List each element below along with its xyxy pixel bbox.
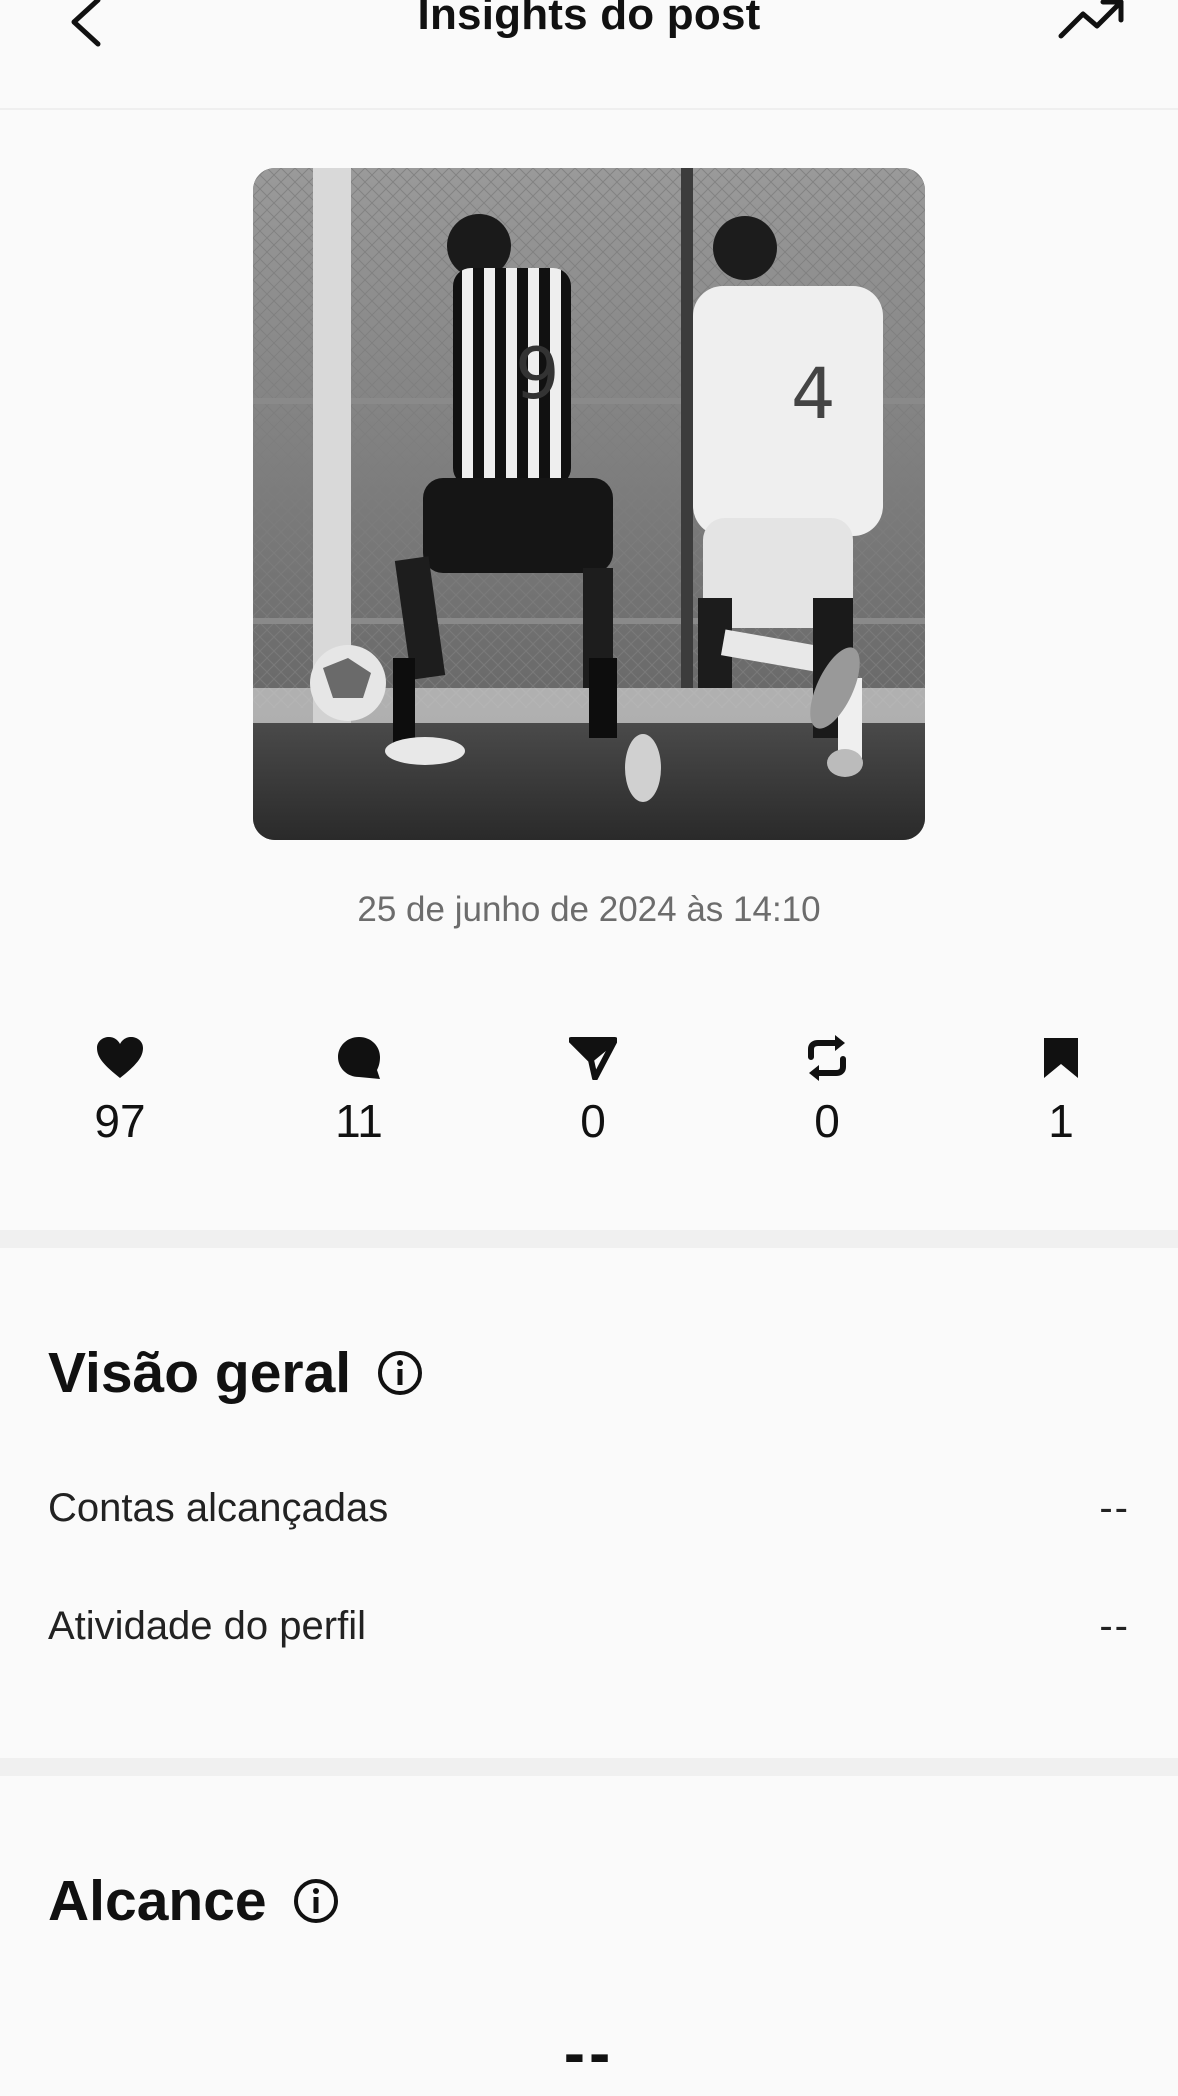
metric-shares[interactable]: 0 <box>523 1030 663 1148</box>
heart-icon <box>97 1037 143 1078</box>
section-divider <box>0 1230 1178 1248</box>
likes-count: 97 <box>94 1095 146 1147</box>
post-image[interactable]: 9 4 <box>253 168 925 840</box>
overview-title: Visão geral <box>48 1341 352 1405</box>
bookmark-icon <box>1044 1038 1078 1078</box>
profile-activity-row[interactable]: Atividade do perfil -- <box>48 1604 1130 1649</box>
info-icon[interactable] <box>377 1350 423 1396</box>
metric-reposts[interactable]: 0 <box>757 1030 897 1148</box>
trends-button[interactable] <box>1052 0 1132 48</box>
reach-section-title: Alcance <box>48 1868 339 1934</box>
metric-comments[interactable]: 11 <box>289 1030 429 1148</box>
post-date: 25 de junho de 2024 às 14:10 <box>357 890 821 929</box>
svg-text:4: 4 <box>791 353 836 435</box>
comment-icon <box>338 1037 380 1079</box>
section-divider <box>0 1758 1178 1776</box>
engagement-metrics: 97 11 0 0 1 <box>0 1030 1178 1150</box>
metric-saves[interactable]: 1 <box>991 1030 1131 1148</box>
accounts-reached-value: -- <box>1099 1486 1130 1530</box>
info-icon[interactable] <box>293 1878 339 1924</box>
comments-count: 11 <box>335 1095 383 1147</box>
svg-text:9: 9 <box>515 333 560 415</box>
share-icon <box>569 1037 617 1080</box>
page-title: Insights do post <box>417 0 761 39</box>
profile-activity-label: Atividade do perfil <box>48 1604 366 1648</box>
saves-count: 1 <box>1048 1095 1074 1147</box>
overview-section-title: Visão geral <box>48 1340 423 1406</box>
profile-activity-value: -- <box>1099 1604 1130 1648</box>
metric-likes[interactable]: 97 <box>50 1030 190 1148</box>
shares-count: 0 <box>580 1095 606 1147</box>
trending-up-icon <box>1058 0 1124 39</box>
reposts-count: 0 <box>814 1095 840 1147</box>
accounts-reached-row[interactable]: Contas alcançadas -- <box>48 1486 1130 1531</box>
reach-title: Alcance <box>48 1869 267 1933</box>
accounts-reached-label: Contas alcançadas <box>48 1486 389 1530</box>
repost-icon <box>808 1035 846 1081</box>
header: Insights do post <box>0 0 1178 110</box>
post-photo: 9 4 <box>253 168 925 840</box>
reach-value: -- <box>563 2017 615 2089</box>
